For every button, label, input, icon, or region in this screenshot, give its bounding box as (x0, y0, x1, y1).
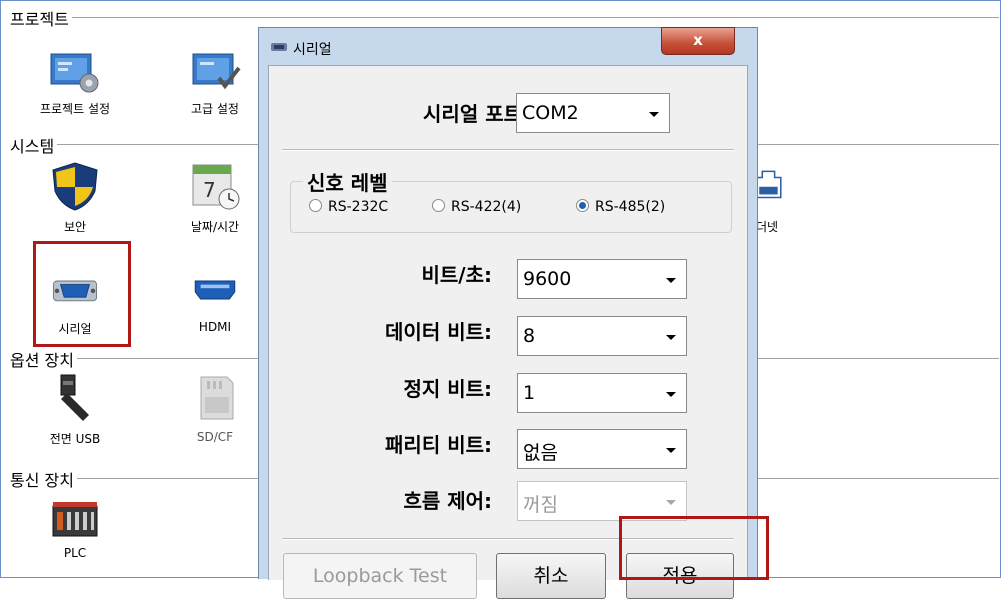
security-item[interactable]: 보안 (20, 160, 130, 235)
radio-rs485-label: RS-485(2) (595, 199, 666, 215)
stop-bits-value: 1 (523, 382, 536, 404)
plc-item[interactable]: PLC (20, 500, 130, 560)
calendar-clock-icon: 7 (192, 164, 240, 210)
signal-level-label: 신호 레벨 (303, 167, 392, 196)
parity-label: 패리티 비트: (385, 433, 492, 457)
serial-highlight (33, 241, 131, 347)
sdcf-label: SD/CF (196, 430, 234, 444)
chevron-down-icon (666, 278, 676, 283)
cancel-button[interactable]: 취소 (496, 553, 606, 599)
section-project-title: 프로젝트 (10, 6, 72, 30)
project-settings-item[interactable]: 프로젝트 설정 (20, 50, 130, 117)
baud-rate-label: 비트/초: (421, 263, 492, 287)
baud-rate-select[interactable]: 9600 (517, 259, 687, 299)
plc-module-icon (52, 502, 98, 537)
chevron-down-icon (666, 335, 676, 340)
divider (282, 149, 734, 151)
data-bits-select[interactable]: 8 (517, 316, 687, 356)
front-usb-item[interactable]: 전면 USB (20, 372, 130, 447)
flow-control-value: 꺼짐 (523, 494, 558, 516)
serial-port-value: COM2 (522, 102, 579, 124)
serial-port-label: 시리얼 포트 (423, 102, 522, 126)
radio-rs422[interactable]: RS-422(4) (432, 199, 521, 215)
dialog-titlebar[interactable]: 시리얼 x (259, 27, 757, 64)
data-bits-value: 8 (523, 325, 536, 347)
serial-port-select[interactable]: COM2 (516, 93, 670, 133)
close-button[interactable]: x (661, 27, 735, 55)
project-settings-icon (50, 53, 99, 93)
chevron-down-icon (666, 500, 676, 505)
radio-rs485[interactable]: RS-485(2) (576, 199, 665, 215)
data-bits-label: 데이터 비트: (385, 320, 492, 344)
parity-select[interactable]: 없음 (517, 429, 687, 469)
apply-highlight (619, 516, 769, 580)
sd-card-icon (200, 376, 234, 420)
datetime-item[interactable]: 7 날짜/시간 (160, 160, 270, 235)
radio-rs422-label: RS-422(4) (451, 199, 522, 215)
hdmi-port-icon (194, 280, 236, 300)
plc-label: PLC (63, 546, 87, 560)
radio-circle-icon (432, 199, 445, 212)
chevron-down-icon (666, 448, 676, 453)
dialog-title: 시리얼 (293, 42, 332, 58)
hdmi-label: HDMI (198, 320, 232, 334)
front-usb-label: 전면 USB (49, 432, 101, 446)
section-divider (10, 17, 999, 18)
advanced-settings-item[interactable]: 고급 설정 (160, 50, 270, 117)
flow-control-select: 꺼짐 (517, 481, 687, 521)
radio-rs232c-label: RS-232C (328, 199, 389, 215)
radio-selected-icon (576, 199, 589, 212)
stop-bits-select[interactable]: 1 (517, 373, 687, 413)
stop-bits-label: 정지 비트: (403, 377, 492, 401)
advanced-settings-icon (192, 53, 241, 90)
radio-circle-icon (309, 199, 322, 212)
chevron-down-icon (666, 392, 676, 397)
loopback-test-button: Loopback Test (283, 553, 477, 599)
datetime-label: 날짜/시간 (190, 220, 240, 234)
security-label: 보안 (63, 220, 87, 234)
section-comm-title: 통신 장치 (10, 467, 77, 491)
radio-rs232c[interactable]: RS-232C (309, 199, 388, 215)
svg-text:7: 7 (203, 178, 216, 202)
serial-window-icon (271, 43, 287, 51)
advanced-settings-label: 고급 설정 (191, 102, 239, 116)
chevron-down-icon (649, 112, 659, 117)
dialog-body: 시리얼 포트 COM2 신호 레벨 RS-232C RS-422(4) RS-4… (268, 65, 748, 599)
shield-icon (52, 162, 98, 211)
project-settings-label: 프로젝트 설정 (39, 102, 111, 116)
close-icon: x (693, 31, 703, 49)
usb-cable-icon (60, 374, 89, 421)
flow-control-label: 흐름 제어: (403, 489, 492, 513)
baud-rate-value: 9600 (523, 268, 572, 290)
parity-value: 없음 (523, 442, 558, 464)
section-system-title: 시스템 (10, 133, 58, 157)
serial-dialog: 시리얼 x 시리얼 포트 COM2 신호 레벨 RS-232C RS-422(4… (258, 27, 758, 599)
hdmi-item[interactable]: HDMI (160, 272, 270, 334)
sdcf-item[interactable]: SD/CF (160, 372, 270, 444)
section-options-title: 옵션 장치 (10, 347, 77, 371)
